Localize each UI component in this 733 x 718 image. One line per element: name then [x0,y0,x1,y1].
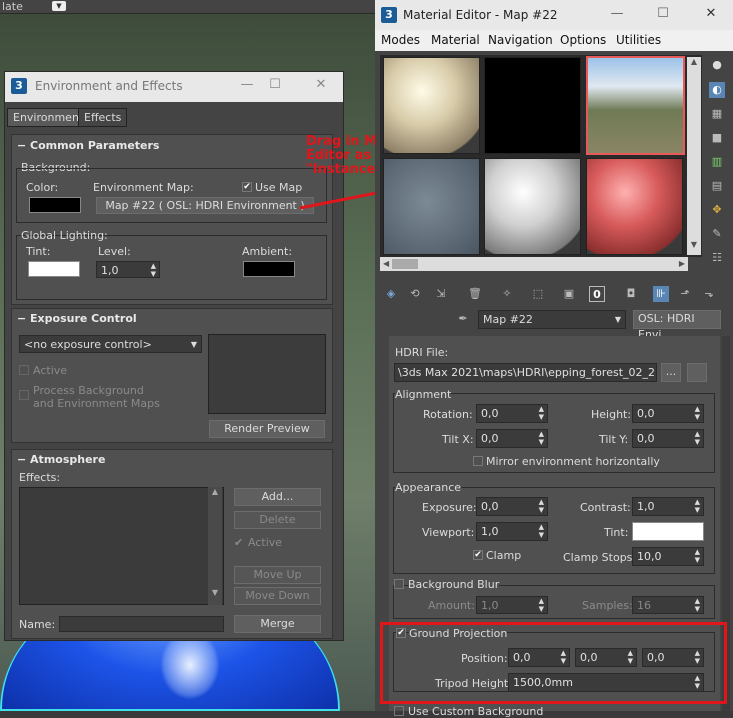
custom-background-label: Use Custom Background [408,705,544,718]
sample-slot-4[interactable] [383,158,480,255]
minimize-button[interactable]: — [607,6,627,24]
options-icon[interactable]: ✥ [709,202,725,218]
me-window-title: Material Editor - Map #22 [403,8,558,22]
reload-button[interactable] [687,363,707,382]
rotation-label: Rotation: [423,408,473,421]
clamp-label: Clamp [486,549,522,562]
uv-tiling-icon[interactable]: ■ [709,130,725,146]
map-name-field[interactable]: Map #22 ▼ [478,310,626,329]
viewport-spinner[interactable]: 1,0 ▲ ▼ [476,522,548,541]
sample-slot-6[interactable] [586,158,683,255]
clamp-stops-label: Clamp Stops: [563,551,637,564]
slot-h-scrollbar[interactable]: ◀ ▶ [380,257,688,271]
menu-navigation[interactable]: Navigation [488,33,553,47]
tilt-y-label: Tilt Y: [599,433,629,446]
video-color-icon[interactable]: ▥ [709,154,725,170]
select-by-material-icon[interactable]: ✎ [709,226,725,242]
assign-icon[interactable]: ⇲ [433,286,449,302]
tint-label: Tint: [604,526,629,539]
amount-label: Amount: [428,599,475,612]
preview-icon[interactable]: ▤ [709,178,725,194]
app-icon: 3 [381,7,397,23]
menu-utilities[interactable]: Utilities [616,33,661,47]
clamp-checkbox[interactable]: ✔ [473,550,483,560]
show-map-icon[interactable]: ◘ [623,286,639,302]
custom-background-checkbox[interactable] [394,706,404,716]
material-navigator-icon[interactable]: ☷ [709,250,725,266]
mirror-checkbox[interactable] [473,456,483,466]
map-type-button[interactable]: OSL: HDRI Envi... [633,310,721,341]
material-id-channel-icon[interactable]: 0 [589,286,605,302]
show-end-result-icon[interactable]: ⊪ [653,286,669,302]
menu-material[interactable]: Material [431,33,480,47]
menu-bar: Modes Material Navigation Options Utilit… [375,30,733,51]
slot-scrollbar[interactable]: ▲ ▼ [687,57,701,255]
backlight-icon[interactable]: ◐ [709,82,725,98]
appearance-label: Appearance [395,481,462,494]
sample-slot-2[interactable] [484,57,581,154]
me-title-bar: 3 Material Editor - Map #22 — ☐ ✕ [375,0,733,30]
tint-color-swatch[interactable] [632,522,704,541]
samples-spinner[interactable]: 16 ▲ ▼ [632,596,704,614]
clamp-stops-spinner[interactable]: 10,0 ▲ ▼ [632,547,704,566]
tilt-x-label: Tilt X: [442,433,474,446]
amount-spinner[interactable]: 1,0 ▲ ▼ [476,596,548,614]
alignment-label: Alignment [395,388,452,401]
rotation-spinner[interactable]: 0,0 ▲ ▼ [476,404,548,423]
delete-icon[interactable]: 🗑 [467,286,483,302]
browse-button[interactable]: ... [661,363,681,382]
sample-slot-5[interactable] [484,158,581,255]
maximize-button[interactable]: ☐ [653,6,673,24]
eyedropper-icon[interactable]: ✒ [455,311,471,327]
background-blur-label: Background Blur [408,578,500,591]
material-id-icon[interactable]: ▣ [561,286,577,302]
sample-slot-3-selected[interactable] [586,56,685,155]
height-spinner[interactable]: 0,0 ▲ ▼ [632,404,704,423]
menu-options[interactable]: Options [560,33,606,47]
height-label: Height: [591,408,632,421]
exposure-label: Exposure: [422,501,477,514]
mirror-label: Mirror environment horizontally [486,455,660,468]
background-icon[interactable]: ▦ [709,106,725,122]
exposure-spinner[interactable]: 0,0 ▲ ▼ [476,497,548,516]
get-material-icon[interactable]: ◈ [383,286,399,302]
go-forward-icon[interactable]: ⬎ [701,286,717,302]
close-button[interactable]: ✕ [701,6,721,24]
viewport-label: Viewport: [422,526,475,539]
samples-label: Samples: [582,599,633,612]
sample-slot-1[interactable] [383,57,480,154]
material-editor-window: 3 Material Editor - Map #22 — ☐ ✕ Modes … [375,0,733,718]
put-to-library-icon[interactable]: ⬚ [530,286,546,302]
go-to-parent-icon[interactable]: ⬏ [677,286,693,302]
hdri-file-label: HDRI File: [395,346,449,359]
background-blur-checkbox[interactable] [394,579,404,589]
tilt-y-spinner[interactable]: 0,0 ▲ ▼ [632,429,704,448]
contrast-spinner[interactable]: 1,0 ▲ ▼ [632,497,704,516]
menu-modes[interactable]: Modes [381,33,420,47]
hdri-file-path[interactable]: \3ds Max 2021\maps\HDRI\epping_forest_02… [394,363,657,382]
highlight-box [380,622,727,704]
tilt-x-spinner[interactable]: 0,0 ▲ ▼ [476,429,548,448]
put-to-scene-icon[interactable]: ⟲ [407,286,423,302]
make-unique-icon[interactable]: ✧ [499,286,515,302]
contrast-label: Contrast: [580,501,631,514]
sample-type-icon[interactable]: ● [709,57,725,73]
